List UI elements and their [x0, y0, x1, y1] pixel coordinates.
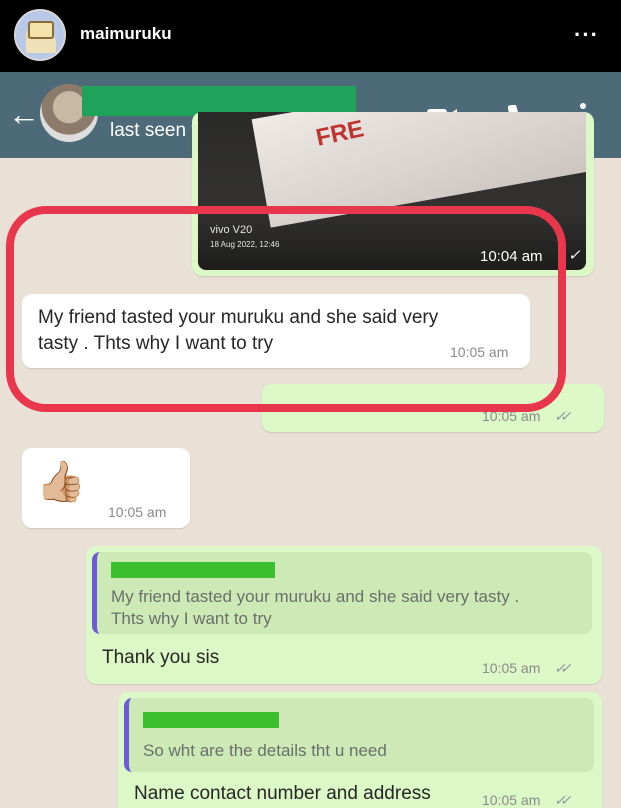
highlight-annotation — [6, 206, 566, 412]
outgoing-reply-message[interactable]: My friend tasted your muruku and she sai… — [86, 546, 602, 684]
message-text: Name contact number and address — [134, 783, 431, 804]
read-ticks-icon: ✓✓ — [554, 660, 572, 676]
read-ticks-icon: ✓✓ — [554, 408, 572, 424]
profile-avatar[interactable] — [14, 9, 66, 61]
read-ticks-icon: ✓ — [568, 247, 580, 264]
outgoing-reply-message[interactable]: So wht are the details tht u need Name c… — [118, 692, 602, 808]
muruku-box-logo — [28, 21, 54, 39]
message-time: 10:05 am — [482, 660, 541, 676]
muruku-box-logo-base — [26, 39, 56, 53]
quoted-message[interactable]: So wht are the details tht u need — [124, 698, 594, 772]
back-arrow-icon[interactable]: ← — [8, 98, 40, 130]
quoted-text-line2: Thts why I want to try — [111, 609, 272, 628]
more-options-icon[interactable]: ··· — [574, 22, 599, 48]
quoted-text-line1: My friend tasted your muruku and she sai… — [111, 587, 520, 606]
message-text: Thank you sis — [102, 647, 220, 668]
quoted-sender-redaction — [111, 562, 275, 578]
read-ticks-icon: ✓✓ — [554, 792, 572, 808]
quoted-text: So wht are the details tht u need — [143, 741, 387, 760]
quoted-message[interactable]: My friend tasted your muruku and she sai… — [92, 552, 592, 634]
quoted-sender-redaction — [143, 712, 279, 728]
message-time: 10:05 am — [482, 792, 541, 808]
chat-screenshot: ← last seen today at 10:42 pm FRE vivo V… — [0, 72, 621, 808]
instagram-story-header: maimuruku ··· — [0, 0, 621, 72]
incoming-message-thumbs[interactable]: 👍🏼 10:05 am — [22, 448, 190, 528]
thumbs-up-icon: 👍🏼 — [36, 460, 86, 504]
username[interactable]: maimuruku — [80, 24, 172, 44]
message-time: 10:05 am — [108, 504, 167, 520]
